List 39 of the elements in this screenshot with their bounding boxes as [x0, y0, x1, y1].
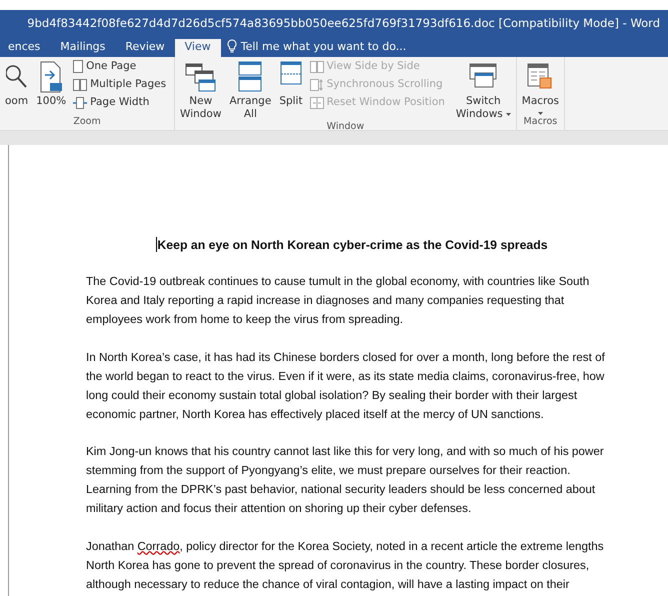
- paragraph: Jonathan Corrado, policy director for the Korea Society, noted in a recent article the extreme lengths North Korea has gone to prevent the spread of coronavirus in the country. These border closures, although necessary to reduce the chance of viral contagion, will have a lasting impact on their: [86, 538, 605, 592]
- side-by-side-icon: [310, 60, 324, 72]
- ribbon-button[interactable]: oom: [2, 59, 32, 116]
- ribbon-tab[interactable]: Mailings: [50, 39, 116, 57]
- command-label[interactable]: One Page: [86, 59, 136, 74]
- group-label: Window: [326, 121, 366, 130]
- zoomed-page-icon: [39, 61, 64, 93]
- ribbon-button[interactable]: Split: [276, 59, 306, 121]
- command-label[interactable]: Multiple Pages: [90, 77, 166, 92]
- ribbon-button[interactable]: Arrange All: [226, 59, 274, 121]
- two-pages-icon: [73, 78, 88, 90]
- stacked-windows-icon: [238, 61, 262, 93]
- ribbon-button[interactable]: New Window: [177, 59, 224, 121]
- document-heading: Keep an eye on North Korean cyber-crime as the Covid-19 spreads: [157, 238, 548, 252]
- paragraph: The Covid-19 outbreak continues to cause tumult in the global economy, with countries like South Korea and Italy reporting a rapid increase in diagnoses and many companies requesting that employees work from home to keep the virus from spreading.: [86, 274, 590, 328]
- reset-windows-icon: [310, 96, 324, 108]
- command-label[interactable]: Page Width: [90, 95, 150, 110]
- text-cursor: [156, 237, 158, 252]
- ribbon-button[interactable]: Switch Windows: [452, 59, 514, 121]
- ribbon-tab[interactable]: Review: [115, 39, 175, 57]
- windows-icon: [184, 61, 217, 93]
- ribbon-tab[interactable]: View: [174, 39, 221, 57]
- ribbon-button[interactable]: 100%: [33, 59, 70, 116]
- window-title: 9bd4f83442f08fe627d4d7d26d5cf574a83695bb050ee625fd769f31793df616.doc [Compatibility Mode] - Word: [27, 16, 660, 30]
- ribbon-tab[interactable]: ences: [0, 39, 50, 57]
- command-label: Reset Window Position: [326, 95, 445, 110]
- lightbulb-icon: [226, 39, 237, 53]
- page-icon: [73, 60, 84, 73]
- tell-me-field[interactable]: Tell me what you want to do...: [220, 39, 412, 57]
- page-width-icon: [73, 96, 88, 108]
- group-label: Zoom: [72, 116, 102, 129]
- command-label: View Side by Side: [326, 59, 420, 74]
- command-label: Synchronous Scrolling: [326, 77, 443, 92]
- macro-sheet-icon: [527, 63, 554, 91]
- paragraph: Kim Jong-un knows that his country cannot last like this for very long, and with so much of his power stemming from the support of Pyongyang’s elite, we must prepare ourselves for their reaction. Learning from the DPRK’s past behavior, national security leaders should be less concerned about military action and focus their attention on shoring up their cyber defenses.: [86, 444, 605, 517]
- sync-scroll-icon: [310, 78, 324, 90]
- paragraph: In North Korea’s case, it has had its Chinese borders closed for over a month, long before the rest of the world began to react to the virus. Even if it were, as its state media claims, coronavirus-free, how long could their economy sustain total global isolation? By sealing their border with their largest economic partner, North Korea has effectively placed itself at the mercy of UN sanctions.: [86, 350, 606, 422]
- group-label: Macros: [522, 116, 558, 129]
- ribbon-button[interactable]: Macros: [518, 59, 562, 116]
